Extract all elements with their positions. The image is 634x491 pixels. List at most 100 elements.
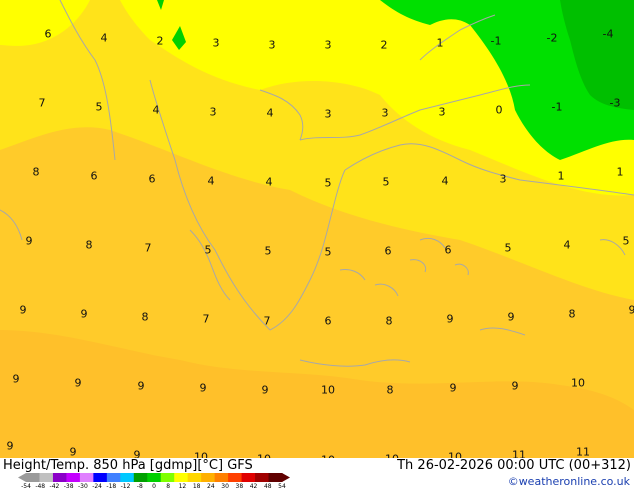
temperature-value: 5: [383, 176, 390, 189]
scale-swatch: [107, 473, 121, 482]
scale-swatch: [161, 473, 175, 482]
scale-tick-label: 30: [221, 483, 229, 490]
scale-swatch: [134, 473, 148, 482]
scale-left-arrow: [18, 473, 26, 482]
temperature-value: -2: [547, 32, 558, 45]
temperature-value: 9: [512, 380, 519, 393]
temperature-value: 5: [265, 245, 272, 258]
temperature-value: 7: [39, 97, 46, 110]
temperature-value: 6: [325, 315, 332, 328]
temperature-value: 3: [382, 107, 389, 120]
scale-tick-label: -38: [64, 483, 74, 490]
scale-right-arrow: [282, 473, 290, 482]
temperature-value: 6: [45, 28, 52, 41]
temperature-value: 9: [7, 440, 14, 453]
temperature-value: 9: [134, 449, 141, 459]
temperature-value: 1: [617, 166, 624, 179]
scale-tick-label: -54: [21, 483, 31, 490]
weather-map: 64233321-1-2-4754343330-1-38664455431198…: [0, 0, 634, 458]
scale-tick-label: 8: [166, 483, 170, 490]
temperature-value: -3: [610, 97, 621, 110]
temperature-value: 3: [213, 37, 220, 50]
temperature-value: 4: [208, 175, 215, 188]
scale-swatch: [39, 473, 53, 482]
temperature-value: 9: [20, 304, 27, 317]
temperature-value: 7: [203, 313, 210, 326]
temperature-value: 11: [512, 449, 526, 459]
scale-swatch: [242, 473, 256, 482]
temperature-value: 5: [325, 177, 332, 190]
temperature-value: 9: [508, 311, 515, 324]
temperature-value: 9: [13, 373, 20, 386]
temperature-value: 8: [142, 311, 149, 324]
temperature-value: 6: [91, 170, 98, 183]
temperature-value: 0: [496, 104, 503, 117]
temperature-value: 5: [205, 244, 212, 257]
temperature-value: 3: [269, 39, 276, 52]
scale-swatch: [215, 473, 229, 482]
temperature-value: 4: [101, 32, 108, 45]
scale-swatch: [201, 473, 215, 482]
temperature-value: 4: [564, 239, 571, 252]
scale-swatch: [188, 473, 202, 482]
forecast-datetime: Th 26-02-2026 00:00 UTC (00+312): [397, 458, 631, 473]
temperature-value: 6: [149, 173, 156, 186]
scale-tick-label: 54: [278, 483, 286, 490]
temperature-value: 4: [442, 175, 449, 188]
temperature-value: -1: [552, 101, 563, 114]
scale-tick-label: -12: [121, 483, 131, 490]
temperature-value: 9: [75, 377, 82, 390]
scale-tick-label: -18: [106, 483, 116, 490]
scale-tick-label: 48: [264, 483, 272, 490]
temperature-value: 9: [262, 384, 269, 397]
temperature-value: 4: [266, 176, 273, 189]
temperature-value: 9: [447, 313, 454, 326]
temperature-value: 3: [325, 39, 332, 52]
scale-tick-label: -30: [78, 483, 88, 490]
scale-tick-label: 24: [207, 483, 215, 490]
scale-tick-label: -42: [50, 483, 60, 490]
scale-tick-label: 12: [179, 483, 187, 490]
temperature-value: 3: [325, 108, 332, 121]
temperature-value: 3: [210, 106, 217, 119]
scale-tick-label: 38: [236, 483, 244, 490]
temperature-value: -1: [491, 35, 502, 48]
temperature-value: 8: [387, 384, 394, 397]
map-title: Height/Temp. 850 hPa [gdmp][°C] GFS: [3, 458, 253, 473]
temperature-value: 4: [267, 107, 274, 120]
temperature-value: 7: [264, 315, 271, 328]
temperature-value: 2: [381, 39, 388, 52]
scale-swatch: [66, 473, 80, 482]
scale-tick-label: -8: [137, 483, 143, 490]
temperature-value: 5: [623, 235, 630, 248]
credit-link[interactable]: ©weatheronline.co.uk: [508, 475, 630, 488]
scale-tick-label: -24: [92, 483, 102, 490]
temperature-value: 3: [439, 106, 446, 119]
scale-swatch: [255, 473, 269, 482]
temperature-value: 4: [153, 104, 160, 117]
scale-tick-label: 42: [250, 483, 258, 490]
scale-swatch: [53, 473, 67, 482]
temperature-value: 1: [558, 170, 565, 183]
temperature-value: 8: [33, 166, 40, 179]
temperature-value: 11: [576, 446, 590, 459]
temperature-value: 5: [96, 101, 103, 114]
temperature-value: 10: [321, 384, 335, 397]
scale-tick-label: 0: [152, 483, 156, 490]
scale-swatch: [269, 473, 283, 482]
map-fields: [0, 0, 634, 458]
temperature-value: 9: [81, 308, 88, 321]
scale-swatch: [147, 473, 161, 482]
temperature-value: 9: [26, 235, 33, 248]
temperature-value: 9: [70, 446, 77, 459]
scale-swatch: [80, 473, 94, 482]
temperature-value: 8: [569, 308, 576, 321]
temperature-value: 5: [325, 246, 332, 259]
temperature-value: 9: [200, 382, 207, 395]
temperature-value: 7: [145, 242, 152, 255]
temperature-value: 10: [448, 451, 462, 459]
scale-swatch: [120, 473, 134, 482]
temperature-value: 1: [437, 37, 444, 50]
temperature-value: 9: [450, 382, 457, 395]
temperature-value: 8: [386, 315, 393, 328]
